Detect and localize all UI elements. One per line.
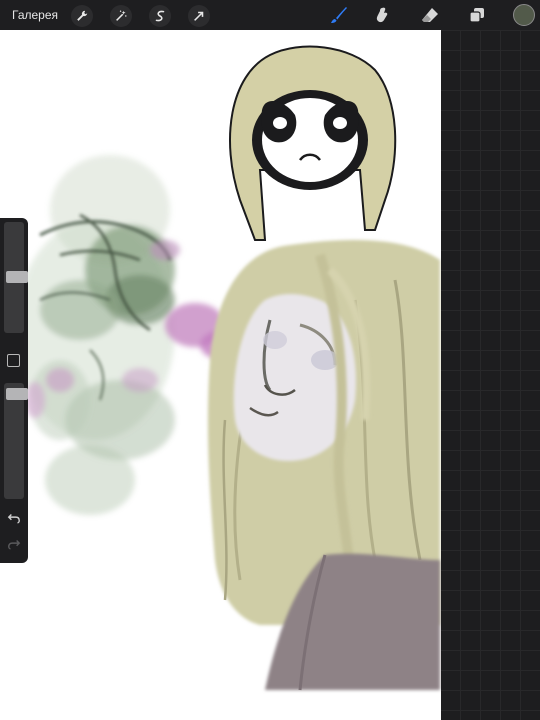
- layers-icon[interactable]: [465, 4, 489, 26]
- brush-size-slider-thumb[interactable]: [6, 271, 28, 283]
- magic-wand-icon[interactable]: [110, 5, 132, 27]
- drawing-canvas[interactable]: [0, 30, 441, 720]
- portrait-painting: [207, 240, 440, 691]
- brush-icon[interactable]: [327, 4, 351, 26]
- color-picker-button[interactable]: [513, 4, 535, 26]
- opacity-slider-thumb[interactable]: [6, 388, 28, 400]
- foliage-painting: [15, 155, 175, 515]
- brush-size-slider[interactable]: [4, 222, 28, 333]
- left-sidebar: [0, 218, 28, 563]
- wrench-icon[interactable]: [71, 5, 93, 27]
- redo-icon[interactable]: [5, 536, 23, 552]
- artwork: [15, 45, 440, 691]
- transform-arrow-icon[interactable]: [188, 5, 210, 27]
- gallery-button[interactable]: Галерея: [12, 8, 58, 22]
- top-toolbar: Галерея: [0, 0, 540, 30]
- smudge-icon[interactable]: [371, 4, 395, 26]
- undo-icon[interactable]: [5, 510, 23, 526]
- eyedropper-button[interactable]: [7, 354, 20, 367]
- cartoon-head-drawing: [229, 45, 397, 241]
- opacity-slider[interactable]: [4, 383, 28, 499]
- eraser-icon[interactable]: [418, 4, 442, 26]
- selection-icon[interactable]: [149, 5, 171, 27]
